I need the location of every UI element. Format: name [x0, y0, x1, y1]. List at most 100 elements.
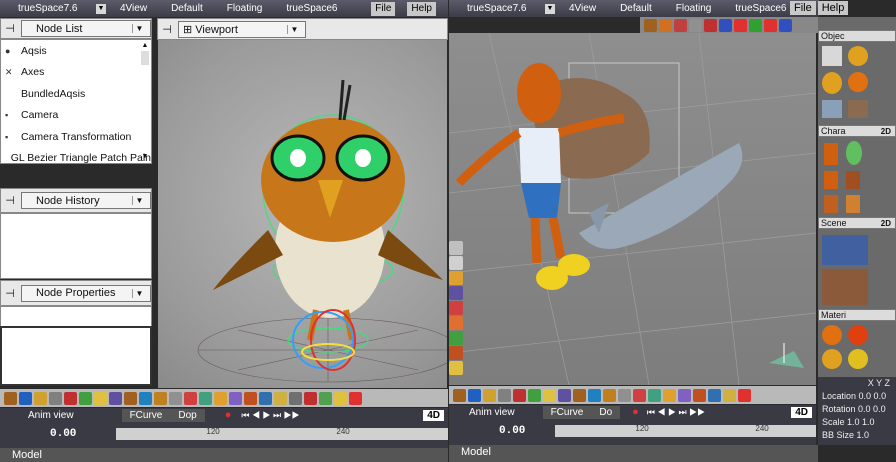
- thumb[interactable]: [822, 72, 842, 94]
- tool-icon[interactable]: [184, 391, 197, 405]
- tool-icon[interactable]: [214, 391, 227, 405]
- tool-icon[interactable]: [244, 391, 257, 405]
- timeline-bar[interactable]: 120 240: [116, 427, 448, 440]
- tab-dope[interactable]: Dop: [170, 408, 205, 422]
- tool-icon[interactable]: [588, 388, 601, 402]
- tool-icon[interactable]: [648, 388, 661, 402]
- thumb[interactable]: [848, 72, 868, 92]
- tool-icon[interactable]: [229, 391, 242, 405]
- characters-header[interactable]: Chara 2D: [818, 125, 896, 137]
- chevron-down-icon[interactable]: ▼: [287, 24, 301, 34]
- thumb[interactable]: [824, 195, 838, 213]
- tool-icon[interactable]: [543, 388, 556, 402]
- tool-icon[interactable]: [558, 388, 571, 402]
- playback-controls[interactable]: ⏮ ◀ ▶ ⏭ ▶▶: [647, 407, 705, 418]
- list-item[interactable]: ▪ Camera Transformation: [1, 126, 151, 148]
- tab-fcurve[interactable]: FCurve: [121, 408, 171, 422]
- tool-icon[interactable]: [603, 388, 616, 402]
- tool-icon[interactable]: [723, 388, 736, 402]
- list-item[interactable]: ▪ Camera: [1, 105, 151, 127]
- tool-icon[interactable]: [659, 18, 672, 32]
- thumb[interactable]: [824, 171, 838, 189]
- tool-icon[interactable]: [663, 388, 676, 402]
- tool-icon[interactable]: [274, 391, 287, 405]
- tab-truespace6[interactable]: trueSpace6: [280, 3, 343, 14]
- thumb[interactable]: [848, 46, 868, 66]
- materials-header[interactable]: Materi: [818, 309, 896, 321]
- menu-help[interactable]: Help: [407, 1, 436, 16]
- property-value[interactable]: 0.0 0.0: [859, 391, 887, 401]
- tool-icon[interactable]: [644, 18, 657, 32]
- tool-icon[interactable]: [704, 18, 717, 32]
- tool-icon[interactable]: [738, 388, 751, 402]
- tool-icon[interactable]: [689, 18, 702, 32]
- tab-default[interactable]: Default: [614, 3, 658, 14]
- tool-icon[interactable]: [674, 18, 687, 32]
- tool-icon[interactable]: [199, 391, 212, 405]
- tool-icon[interactable]: [79, 391, 92, 405]
- tool-icon[interactable]: [19, 391, 32, 405]
- scroll-thumb[interactable]: [141, 51, 149, 65]
- tab-floating[interactable]: Floating: [221, 3, 269, 14]
- list-item[interactable]: GL Bezier Triangle Patch Pain: [1, 148, 151, 170]
- scroll-up-icon[interactable]: ▲: [141, 42, 149, 49]
- thumb[interactable]: [824, 143, 838, 165]
- tab-4view[interactable]: 4View: [114, 3, 153, 14]
- list-item[interactable]: BundledAqsis: [1, 83, 151, 105]
- list-item[interactable]: ✕ Axes: [1, 62, 151, 84]
- property-value[interactable]: 1.0 1.0: [847, 417, 875, 427]
- tab-anim-view[interactable]: Anim view: [461, 406, 523, 419]
- thumb[interactable]: [848, 100, 868, 118]
- pin-icon[interactable]: ⊣: [1, 287, 19, 300]
- timeline-bar[interactable]: 120 240: [555, 424, 816, 437]
- tool-icon[interactable]: [94, 391, 107, 405]
- playback-controls[interactable]: ⏮ ◀ ▶ ⏭ ▶▶: [241, 410, 299, 421]
- tab-fcurve[interactable]: FCurve: [542, 405, 592, 419]
- workspace-dropdown-icon[interactable]: ▼: [96, 3, 106, 14]
- y-axis-icon[interactable]: [749, 18, 762, 32]
- tool-icon[interactable]: [513, 388, 526, 402]
- 2d-badge[interactable]: 2D: [881, 127, 891, 136]
- tool-icon[interactable]: [779, 18, 792, 32]
- tool-icon[interactable]: [49, 391, 62, 405]
- thumb[interactable]: [848, 349, 868, 369]
- tool-icon[interactable]: [468, 388, 481, 402]
- thumb[interactable]: [822, 100, 842, 118]
- property-value[interactable]: 1.0: [857, 430, 870, 440]
- viewport-combo[interactable]: ⊞ Viewport ▼: [178, 20, 306, 38]
- mode-4d-badge[interactable]: 4D: [791, 406, 812, 418]
- node-history-combo[interactable]: Node History ▼: [21, 192, 151, 209]
- tool-icon[interactable]: [453, 388, 466, 402]
- tool-icon[interactable]: [334, 391, 347, 405]
- pin-icon[interactable]: ⊣: [1, 22, 19, 35]
- tool-icon[interactable]: [618, 388, 631, 402]
- menu-file[interactable]: File: [790, 1, 816, 15]
- chevron-down-icon[interactable]: ▼: [132, 24, 146, 33]
- tool-icon[interactable]: [319, 391, 332, 405]
- tool-icon[interactable]: [289, 391, 302, 405]
- tool-icon[interactable]: [64, 391, 77, 405]
- pin-icon[interactable]: ⊣: [158, 23, 176, 36]
- tab-anim-view[interactable]: Anim view: [20, 409, 82, 422]
- tab-floating[interactable]: Floating: [670, 3, 718, 14]
- z-axis-icon[interactable]: [764, 18, 777, 32]
- thumb[interactable]: [848, 325, 868, 345]
- tab-truespace6[interactable]: trueSpace6: [729, 3, 792, 14]
- scrollbar[interactable]: ▲ ▼: [141, 42, 149, 160]
- tool-icon[interactable]: [154, 391, 167, 405]
- menu-help[interactable]: Help: [817, 1, 849, 15]
- x-axis-icon[interactable]: [734, 18, 747, 32]
- record-icon[interactable]: ●: [632, 406, 639, 418]
- tool-icon[interactable]: [449, 301, 463, 315]
- tool-icon[interactable]: [678, 388, 691, 402]
- list-item[interactable]: ● Aqsis: [1, 40, 151, 62]
- tool-icon[interactable]: [109, 391, 122, 405]
- pin-icon[interactable]: ⊣: [1, 194, 19, 207]
- tool-icon[interactable]: [34, 391, 47, 405]
- tool-icon[interactable]: [349, 391, 362, 405]
- workspace-dropdown-icon[interactable]: ▼: [545, 3, 555, 14]
- node-properties-combo[interactable]: Node Properties ▼: [21, 284, 151, 302]
- tool-icon[interactable]: [169, 391, 182, 405]
- thumb[interactable]: [822, 235, 868, 265]
- tool-icon[interactable]: [483, 388, 496, 402]
